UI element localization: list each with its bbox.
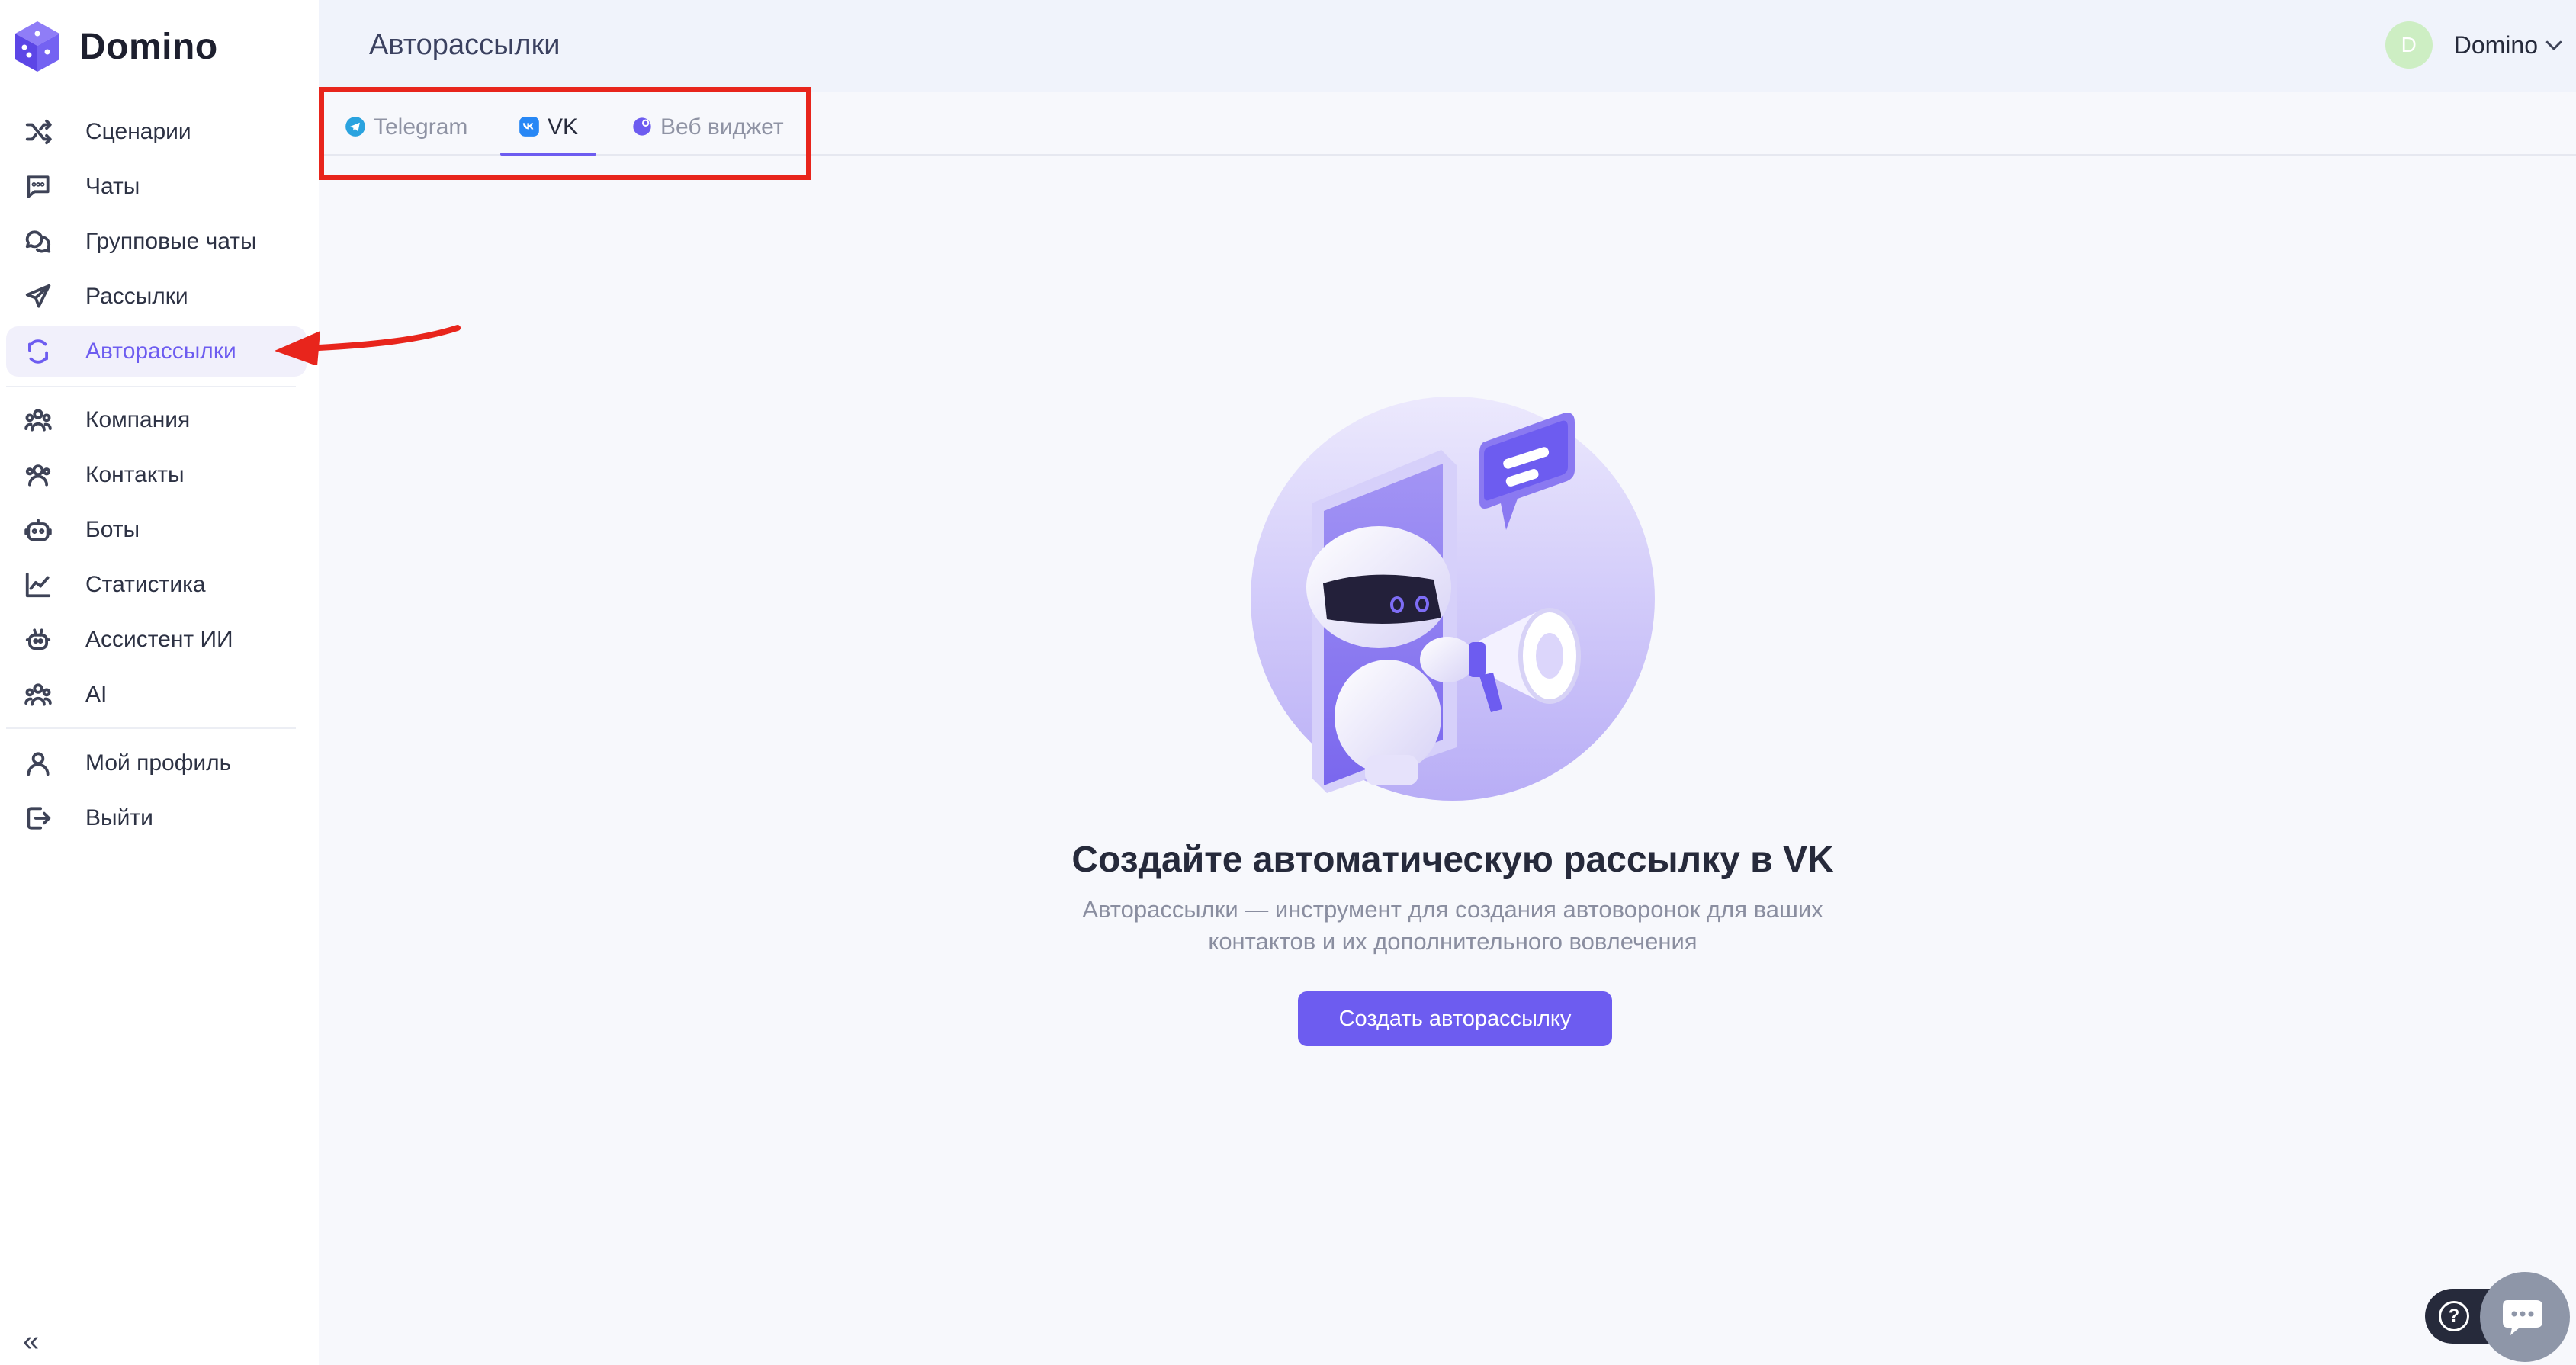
- bot-icon: [23, 515, 53, 545]
- sidebar-item-label: Выйти: [85, 805, 153, 830]
- company-icon: [23, 405, 53, 435]
- sidebar-divider: [6, 386, 296, 387]
- profile-icon: [23, 748, 53, 779]
- ai-icon: [23, 679, 53, 710]
- chat-icon: [23, 172, 53, 202]
- sidebar-item-ai-assistant[interactable]: Ассистент ИИ: [6, 615, 307, 665]
- sidebar-item-contacts[interactable]: Контакты: [6, 450, 307, 500]
- chevron-down-icon: [2545, 40, 2562, 51]
- sidebar: Domino Сценарии Чаты Групповые чаты Расс…: [0, 0, 319, 1365]
- sidebar-item-label: Компания: [85, 407, 191, 432]
- empty-state-description-line: контактов и их дополнительного вовлечени…: [1208, 928, 1698, 955]
- sidebar-item-chats[interactable]: Чаты: [6, 162, 307, 212]
- sidebar-item-auto-mailings[interactable]: Авторассылки: [6, 326, 307, 377]
- empty-state-description: Авторассылки — инструмент для создания а…: [999, 894, 1906, 958]
- group-chat-icon: [23, 226, 53, 257]
- highlight-frame: [319, 87, 811, 180]
- contacts-icon: [23, 460, 53, 490]
- sidebar-item-label: Авторассылки: [85, 339, 236, 364]
- create-auto-mailing-button[interactable]: Создать авторассылку: [1298, 991, 1612, 1046]
- sidebar-item-logout[interactable]: Выйти: [6, 793, 307, 843]
- sidebar-item-label: Боты: [85, 517, 140, 542]
- sidebar-item-label: Групповые чаты: [85, 229, 257, 254]
- logout-icon: [23, 803, 53, 833]
- avatar: D: [2385, 21, 2433, 69]
- page-title: Авторассылки: [369, 29, 560, 61]
- collapse-sidebar-icon[interactable]: «: [23, 1325, 39, 1358]
- logo[interactable]: Domino: [14, 20, 218, 73]
- sidebar-item-group-chats[interactable]: Групповые чаты: [6, 217, 307, 267]
- sidebar-divider: [6, 727, 296, 729]
- help-icon[interactable]: ?: [2439, 1301, 2469, 1331]
- empty-state-description-line: Авторассылки — инструмент для создания а…: [1082, 896, 1823, 923]
- sidebar-item-statistics[interactable]: Статистика: [6, 560, 307, 610]
- user-name: Domino: [2453, 31, 2538, 59]
- sidebar-item-label: AI: [85, 682, 108, 707]
- sidebar-item-scenarios[interactable]: Сценарии: [6, 107, 307, 157]
- sidebar-item-label: Чаты: [85, 174, 140, 199]
- send-icon: [23, 281, 53, 312]
- header: Авторассылки D Domino: [319, 0, 2576, 92]
- sidebar-item-mailings[interactable]: Рассылки: [6, 271, 307, 322]
- sidebar-item-label: Ассистент ИИ: [85, 627, 233, 652]
- robot-megaphone-illustration: [1251, 397, 1655, 801]
- app-name: Domino: [79, 26, 218, 67]
- red-arrow-annotation: [275, 325, 461, 365]
- sidebar-item-label: Мой профиль: [85, 750, 232, 776]
- empty-state-title: Создайте автоматическую рассылку в VK: [1071, 840, 1834, 880]
- sidebar-item-label: Статистика: [85, 572, 206, 597]
- sidebar-item-label: Сценарии: [85, 119, 191, 144]
- auto-send-icon: [23, 336, 53, 367]
- sidebar-item-ai[interactable]: AI: [6, 670, 307, 720]
- assistant-icon: [23, 625, 53, 655]
- support-chat-button[interactable]: [2480, 1272, 2570, 1362]
- chat-bubble-icon: [2503, 1300, 2542, 1335]
- sidebar-item-company[interactable]: Компания: [6, 395, 307, 445]
- sidebar-item-profile[interactable]: Мой профиль: [6, 738, 307, 788]
- sidebar-item-label: Контакты: [85, 462, 185, 487]
- sidebar-item-label: Рассылки: [85, 284, 188, 309]
- user-menu[interactable]: D Domino: [2385, 20, 2576, 70]
- shuffle-icon: [23, 117, 53, 147]
- domino-logo-icon: [15, 21, 59, 72]
- chart-icon: [23, 570, 53, 600]
- sidebar-item-bots[interactable]: Боты: [6, 505, 307, 555]
